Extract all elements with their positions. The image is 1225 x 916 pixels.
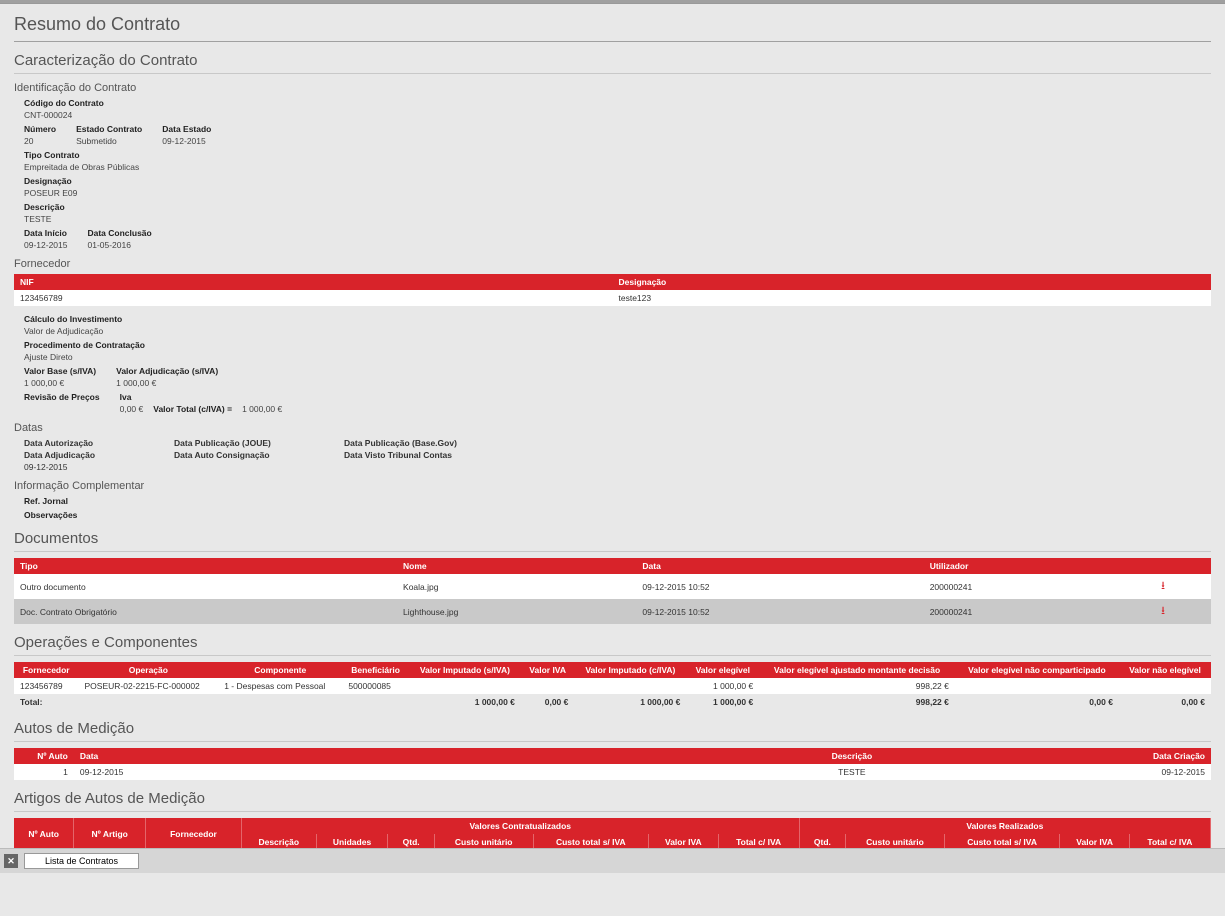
th-designacao: Designação (613, 274, 1212, 290)
subsection-info-complementar: Informação Complementar (14, 480, 1211, 492)
cell-designacao: teste123 (613, 290, 1212, 306)
table-row: 1 09-12-2015 TESTE 09-12-2015 (14, 764, 1211, 780)
designacao-value: POSEUR E09 (24, 188, 77, 198)
observacoes-label: Observações (24, 510, 77, 520)
section-artigos: Artigos de Autos de Medição (14, 790, 1211, 812)
tipo-value: Empreitada de Obras Públicas (24, 162, 139, 172)
procedimento-value: Ajuste Direto (24, 352, 145, 362)
th-doc-utilizador: Utilizador (924, 558, 1116, 574)
page-content: Resumo do Contrato Caracterização do Con… (0, 4, 1225, 916)
valor-total-label: Valor Total (c/IVA) = (153, 404, 232, 414)
section-documentos: Documentos (14, 530, 1211, 552)
data-conclusao-value: 01-05-2016 (87, 240, 151, 250)
estado-value: Submetido (76, 136, 142, 146)
footer-bar: ✕ Lista de Contratos (0, 848, 1225, 873)
th-doc-data: Data (636, 558, 923, 574)
data-auto-consig-label: Data Auto Consignação (174, 450, 334, 460)
valor-adj-value: 1 000,00 € (116, 378, 218, 388)
calculo-label: Cálculo do Investimento (24, 314, 122, 324)
total-row: Total: 1 000,00 € 0,00 € 1 000,00 € 1 00… (14, 694, 1211, 710)
descricao-label: Descrição (24, 202, 65, 212)
subsection-identificacao: Identificação do Contrato (14, 82, 1211, 94)
numero-value: 20 (24, 136, 56, 146)
iva-value: 0,00 € (120, 404, 144, 414)
th-nif: NIF (14, 274, 613, 290)
data-inicio-label: Data Início (24, 228, 67, 238)
page-title: Resumo do Contrato (14, 14, 1211, 42)
data-adjudicacao-value: 09-12-2015 (24, 462, 164, 472)
subsection-fornecedor: Fornecedor (14, 258, 1211, 270)
documentos-table: Tipo Nome Data Utilizador Outro document… (14, 558, 1211, 624)
table-row: Doc. Contrato Obrigatório Lighthouse.jpg… (14, 599, 1211, 624)
download-icon[interactable]: ⭳ (1161, 580, 1165, 592)
tab-lista-contratos[interactable]: Lista de Contratos (24, 853, 139, 869)
descricao-value: TESTE (24, 214, 65, 224)
table-row: 123456789 teste123 (14, 290, 1211, 306)
data-inicio-value: 09-12-2015 (24, 240, 67, 250)
section-operacoes: Operações e Componentes (14, 634, 1211, 656)
data-adjudicacao-label: Data Adjudicação (24, 450, 164, 460)
codigo-value: CNT-000024 (24, 110, 104, 120)
section-caracterizacao: Caracterização do Contrato (14, 52, 1211, 74)
data-conclusao-label: Data Conclusão (87, 228, 151, 238)
autos-table: Nº Auto Data Descrição Data Criação 1 09… (14, 748, 1211, 780)
cell-nif: 123456789 (14, 290, 613, 306)
revisao-label: Revisão de Preços (24, 392, 100, 402)
valor-adj-label: Valor Adjudicação (s/IVA) (116, 366, 218, 376)
valor-base-label: Valor Base (s/IVA) (24, 366, 96, 376)
procedimento-label: Procedimento de Contratação (24, 340, 145, 350)
valor-base-value: 1 000,00 € (24, 378, 96, 388)
th-doc-tipo: Tipo (14, 558, 397, 574)
data-visto-label: Data Visto Tribunal Contas (344, 450, 524, 460)
designacao-label: Designação (24, 176, 77, 186)
close-button[interactable]: ✕ (4, 854, 18, 868)
estado-label: Estado Contrato (76, 124, 142, 134)
iva-label: Iva (120, 392, 283, 402)
table-row: Outro documento Koala.jpg 09-12-2015 10:… (14, 574, 1211, 599)
codigo-label: Código do Contrato (24, 98, 104, 108)
th-doc-nome: Nome (397, 558, 636, 574)
data-pub-basegov-label: Data Publicação (Base.Gov) (344, 438, 524, 448)
download-icon[interactable]: ⭳ (1161, 605, 1165, 617)
section-autos: Autos de Medição (14, 720, 1211, 742)
fornecedor-table: NIF Designação 123456789 teste123 (14, 274, 1211, 306)
data-autorizacao-label: Data Autorização (24, 438, 164, 448)
data-estado-label: Data Estado (162, 124, 211, 134)
ref-jornal-label: Ref. Jornal (24, 496, 68, 506)
subsection-datas: Datas (14, 422, 1211, 434)
table-row: 123456789 POSEUR-02-2215-FC-000002 1 - D… (14, 678, 1211, 694)
data-estado-value: 09-12-2015 (162, 136, 211, 146)
tipo-label: Tipo Contrato (24, 150, 139, 160)
calculo-value: Valor de Adjudicação (24, 326, 122, 336)
data-pub-joue-label: Data Publicação (JOUE) (174, 438, 334, 448)
numero-label: Número (24, 124, 56, 134)
operacoes-table: Fornecedor Operação Componente Beneficiá… (14, 662, 1211, 710)
valor-total-value: 1 000,00 € (242, 404, 282, 414)
